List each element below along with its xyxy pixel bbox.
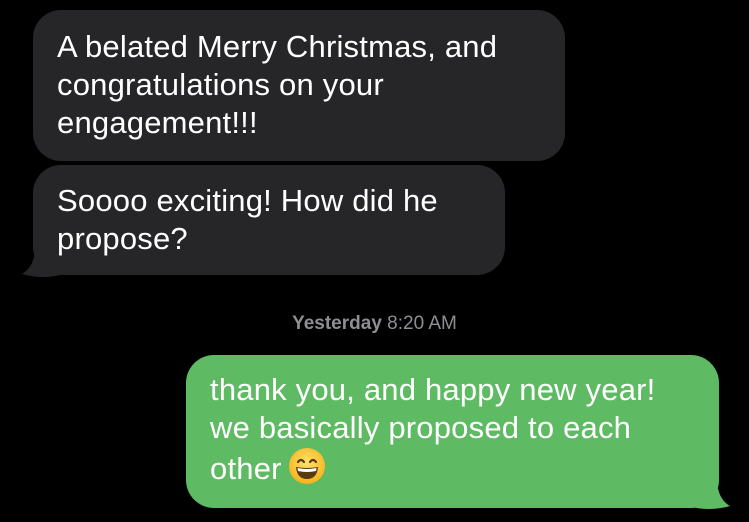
message-text: thank you, and happy new year! — [210, 372, 656, 407]
grinning-face-with-smiling-eyes-icon — [288, 448, 325, 484]
message-text: we basically proposed to each — [210, 410, 632, 445]
message-text: other — [210, 451, 282, 486]
message-text: Soooo exciting! How did he — [57, 183, 438, 218]
timestamp-time: 8:20 AM — [387, 313, 457, 334]
message-text: A belated Merry Christmas, and — [57, 29, 498, 64]
message-text-line: other — [210, 447, 703, 488]
message-timestamp: Yesterday 8:20 AM — [0, 312, 749, 336]
received-message-bubble[interactable]: Soooo exciting! How did he propose? — [33, 165, 505, 275]
timestamp-day: Yesterday — [292, 313, 382, 334]
message-text: propose? — [57, 221, 188, 256]
received-message-bubble[interactable]: A belated Merry Christmas, and congratul… — [33, 10, 565, 161]
message-text: congratulations on your — [57, 67, 384, 102]
sent-message-bubble[interactable]: thank you, and happy new year! we basica… — [186, 355, 719, 508]
message-text: engagement!!! — [57, 105, 258, 140]
